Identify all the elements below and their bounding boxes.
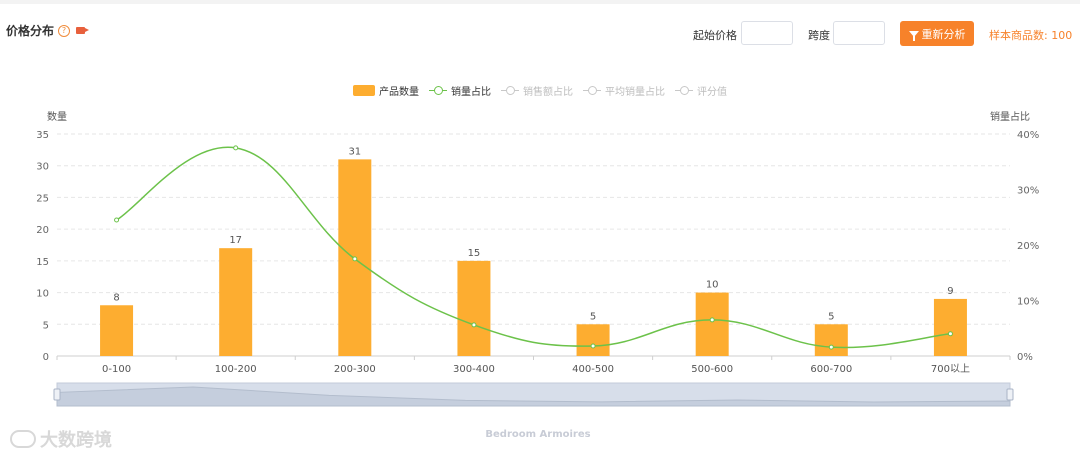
y-right-axis-label: 销量占比 (990, 110, 1030, 123)
y-left-tick-label: 35 (36, 130, 49, 141)
x-tick-label: 300-400 (453, 364, 495, 375)
category-label: Bedroom Armoires (485, 429, 591, 440)
bar-value-label: 5 (590, 311, 596, 322)
bar-value-label: 9 (947, 286, 953, 297)
y-left-tick-label: 15 (36, 257, 49, 268)
y-left-axis-label: 数量 (47, 110, 67, 123)
bar-value-label: 17 (229, 235, 242, 246)
y-left-tick-label: 30 (36, 162, 49, 173)
bar-value-label: 8 (113, 292, 119, 303)
y-right-tick-label: 30% (1017, 186, 1039, 197)
y-left-tick-label: 5 (43, 320, 49, 331)
x-tick-label: 0-100 (102, 364, 131, 375)
x-tick-label: 200-300 (334, 364, 376, 375)
bar-value-label: 10 (706, 280, 719, 291)
x-tick-label: 500-600 (691, 364, 733, 375)
y-left-tick-label: 20 (36, 225, 49, 236)
bar-value-label: 15 (468, 248, 481, 259)
bar (457, 260, 491, 356)
line-point (590, 343, 596, 349)
line-point (828, 344, 834, 350)
x-tick-label: 400-500 (572, 364, 614, 375)
y-left-tick-label: 25 (36, 193, 49, 204)
price-distribution-chart: 0 5 10 15 20 25 30 35 0% 10% 20% 30% 40% 数量 销量占比 0-100 8… (36, 110, 1039, 407)
x-tick-label: 600-700 (810, 364, 852, 375)
bar (219, 248, 253, 356)
bar-value-label: 31 (348, 146, 361, 157)
bar (576, 324, 610, 356)
line-point (709, 317, 715, 323)
y-right-tick-label: 20% (1017, 241, 1039, 252)
y-right-tick-label: 40% (1017, 130, 1039, 141)
y-left-tick-label: 10 (36, 289, 49, 300)
bar-value-label: 5 (828, 311, 834, 322)
line-point (233, 145, 239, 151)
bar (933, 298, 967, 356)
y-left-tick-label: 0 (43, 352, 49, 363)
y-right-tick-label: 10% (1017, 297, 1039, 308)
bar (100, 305, 134, 356)
line-point (114, 217, 120, 223)
zoom-handle-right[interactable] (1006, 388, 1014, 401)
zoom-handle-left[interactable] (53, 388, 61, 401)
y-right-tick-label: 0% (1017, 352, 1033, 363)
x-tick-label: 100-200 (215, 364, 257, 375)
line-point (471, 322, 477, 328)
x-tick-label: 700以上 (931, 363, 970, 375)
bar (695, 292, 729, 356)
line-point (947, 331, 953, 337)
bar (814, 324, 848, 356)
line-point (352, 256, 358, 262)
